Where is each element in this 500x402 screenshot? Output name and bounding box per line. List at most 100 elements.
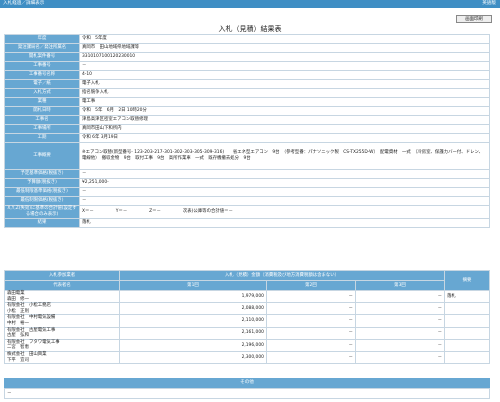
info-row: 発注課局名／発注所属名 真岡市 田山地域県地域課等 — [4, 43, 490, 53]
bid-remark: 落札 — [444, 289, 490, 304]
info-value: X＝－ Y＝－ Z＝－ 次表(公庫等の合計値＝－ — [79, 205, 490, 219]
bidder-name: 有限会社 古屋電気工事 古屋 弘和 — [4, 326, 120, 340]
info-label: 業種 — [4, 97, 80, 107]
bid-amount-round-2: － — [265, 338, 356, 352]
info-value: ¥2,251,000- — [79, 178, 490, 188]
representative-name: 二宮 智恵 — [7, 345, 29, 351]
amount-group-header: 入札（見積）金額（消費税及び地方消費税額は含まない） — [119, 270, 445, 281]
info-label: 電子／紙 — [4, 79, 80, 89]
info-label: 入札方式 — [4, 88, 80, 98]
print-button[interactable]: 画面印刷 — [456, 15, 492, 23]
representative-name: 小松 正則 — [7, 308, 29, 314]
info-label: X,Y,Z(失効)に基準の合計値(設定する場合のみ表示) — [4, 205, 80, 219]
info-value: － — [79, 169, 490, 179]
info-label: 予算額(税抜き) — [4, 178, 80, 188]
representative-name: 森田 修一 — [7, 296, 29, 302]
info-label: 年度 — [4, 34, 80, 44]
info-row: 業種 電工事 — [4, 97, 490, 107]
bid-amount-round-1: 2,300,000 — [119, 350, 267, 365]
info-value: － — [79, 196, 490, 206]
bid-amount-round-1: 2,110,000 — [119, 314, 267, 328]
info-label: 工事概要 — [4, 142, 80, 170]
bidder-name: 株式会社 田山興業 下平 宜司 — [4, 350, 120, 365]
bid-amount-round-1: 2,161,000 — [119, 326, 267, 340]
bidder-name: 森田電業 森田 修一 — [4, 289, 120, 304]
bid-amount-round-3: － — [354, 338, 446, 352]
other-header: その他 — [4, 378, 490, 388]
bid-amount-round-3: － — [354, 302, 446, 316]
info-row: 最低制限価格(税抜き) － — [4, 196, 490, 206]
info-label: 工期 — [4, 133, 80, 143]
info-value: 3310107100120230010 — [79, 52, 490, 62]
page-title: 入札（見積）結果表 — [218, 25, 282, 33]
info-value: 真岡市 田山地域県地域課等 — [79, 43, 490, 53]
bid-amount-round-2: － — [265, 314, 356, 328]
info-label: 開札案件番号 — [4, 52, 80, 62]
info-label: 発注課局名／発注所属名 — [4, 43, 80, 53]
info-row: X,Y,Z(失効)に基準の合計値(設定する場合のみ表示) X＝－ Y＝－ Z＝－ … — [4, 205, 490, 219]
bid-row: 有限会社 小松工務店 小松 正則 2,088,000 －－ — [4, 302, 490, 316]
english-link[interactable]: 英語版 — [482, 0, 496, 8]
info-row: 開札案件番号 3310107100120230010 — [4, 52, 490, 62]
top-bar: 入札経過／詳細表示 英語版 — [0, 0, 500, 8]
info-row: 電子／紙 電子入札 — [4, 79, 490, 89]
info-label: 最低制限基準価格(税抜き) — [4, 187, 80, 197]
info-row: 年度 令和 5年度 — [4, 34, 490, 44]
bid-remark — [444, 314, 490, 328]
bid-amount-round-2: － — [265, 289, 356, 304]
bid-amount-round-2: － — [265, 302, 356, 316]
info-row: 工事番号－ — [4, 61, 490, 71]
bid-row: 有限会社 中村電気設備 中村 裕一 2,110,000 －－ — [4, 314, 490, 328]
info-value: 電子入札 — [79, 79, 490, 89]
bid-amount-round-3: － — [354, 314, 446, 328]
info-row: 開札日時 令和 5年 6月 2日 10時20分 — [4, 106, 490, 116]
info-label: 工事名 — [4, 115, 80, 125]
info-value: 令和 5年度 — [79, 34, 490, 44]
representative-name: 古屋 弘和 — [7, 333, 29, 339]
bid-amount-round-1: 2,196,000 — [119, 338, 267, 352]
bid-remark — [444, 338, 490, 352]
info-value: 真岡市田山下和所内 — [79, 124, 490, 134]
info-label: 工事場所 — [4, 124, 80, 134]
info-value: 電工事 — [79, 97, 490, 107]
remarks-header: 摘要 — [444, 270, 490, 291]
bidder-name: 有限会社 フタワ電気工事 二宮 智恵 — [4, 338, 120, 352]
round-1-header: 第1回 — [119, 280, 267, 291]
info-table: 年度 令和 5年度 発注課局名／発注所属名 真岡市 田山地域県地域課等 開札案件番号 33… — [4, 34, 490, 228]
bid-amount-round-3: － — [354, 326, 446, 340]
bid-amount-round-3: － — [354, 350, 446, 365]
bid-table: 入札参加業者 入札（見積）金額（消費税及び地方消費税額は含まない） 摘要 代表者… — [4, 270, 490, 365]
bid-row: 森田電業 森田 修一 1,979,000 －－落札 — [4, 289, 490, 304]
bid-amount-round-2: － — [265, 326, 356, 340]
bid-amount-round-1: 1,979,000 — [119, 289, 267, 304]
bid-row: 有限会社 フタワ電気工事 二宮 智恵 2,196,000 －－ — [4, 338, 490, 352]
rep-name-header: 代表者名 — [4, 280, 120, 291]
bidder-name: 有限会社 小松工務店 小松 正則 — [4, 302, 120, 316]
info-value: 落札 — [79, 218, 490, 228]
bid-remark — [444, 326, 490, 340]
info-value: － — [79, 61, 490, 71]
bid-row: 有限会社 古屋電気工事 古屋 弘和 2,161,000 －－ — [4, 326, 490, 340]
info-row: 工事概要 ※エアコン取替(新型番号- 123-203-217-301-302-30… — [4, 142, 490, 170]
round-3-header: 第3回 — [354, 280, 446, 291]
info-row: 結果 落札 — [4, 218, 490, 228]
other-value: － — [4, 388, 490, 399]
info-label: 開札日時 — [4, 106, 80, 116]
info-value: 指名競争入札 — [79, 88, 490, 98]
page-heading: 入札経過／詳細表示 — [3, 1, 45, 6]
bid-row: 株式会社 田山興業 下平 宜司 2,300,000 －－ — [4, 350, 490, 365]
other-section: その他 － — [4, 378, 490, 399]
info-row: 予算額(税抜き) ¥2,251,000- — [4, 178, 490, 188]
bid-amount-round-3: － — [354, 289, 446, 304]
round-2-header: 第2回 — [265, 280, 356, 291]
info-label: 予定基準価格(税抜き) — [4, 169, 80, 179]
info-row: 工事場所 真岡市田山下和所内 — [4, 124, 490, 134]
info-row: 入札方式 指名競争入札 — [4, 88, 490, 98]
bidder-group-header: 入札参加業者 — [4, 270, 120, 281]
info-row: 予定基準価格(税抜き) － — [4, 169, 490, 179]
info-value: 令和 5年 6月 2日 10時20分 — [79, 106, 490, 116]
info-label: 工事番号名称 — [4, 70, 80, 80]
bid-remark — [444, 302, 490, 316]
info-value: － — [79, 187, 490, 197]
info-value: 津島高津区密室エアコン取替修理 — [79, 115, 490, 125]
